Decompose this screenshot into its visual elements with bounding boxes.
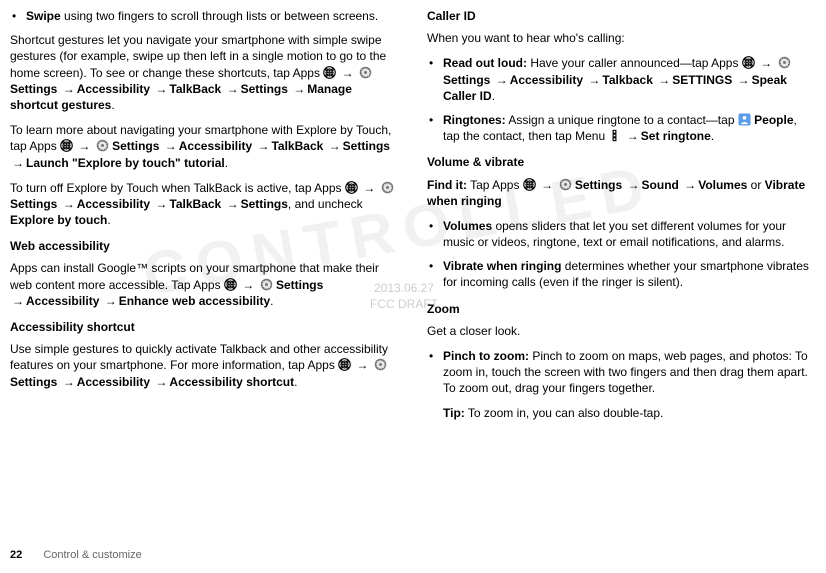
apps-icon [345,181,358,194]
left-column: • Swipe using two fingers to scroll thro… [10,8,399,430]
apps-icon [224,278,237,291]
heading-accessibility-shortcut: Accessibility shortcut [10,319,399,335]
paragraph-turn-off: To turn off Explore by Touch when TalkBa… [10,180,399,229]
page-number: 22 [10,549,22,561]
apps-icon [323,66,336,79]
paragraph-accessibility-shortcut: Use simple gestures to quickly activate … [10,341,399,390]
apps-icon [338,358,351,371]
heading-web-accessibility: Web accessibility [10,238,399,254]
bullet-dot: • [427,218,443,250]
zoom-intro: Get a closer look. [427,323,816,339]
paragraph-find-it: Find it: Tap Apps Settings Sound Volumes… [427,177,816,209]
bullet-dot: • [10,8,26,24]
gear-icon [381,181,394,194]
people-icon [738,113,751,126]
menu-icon [608,129,621,142]
paragraph-web-accessibility: Apps can install Google™ scripts on your… [10,260,399,309]
footer: 22 Control & customize [10,548,142,563]
caller-intro: When you want to hear who's calling: [427,30,816,46]
bullet-ringtones: Ringtones: Assign a unique ringtone to a… [443,112,816,144]
bullet-pinch: Pinch to zoom: Pinch to zoom on maps, we… [443,348,816,397]
gear-icon [559,178,572,191]
paragraph-learn-more: To learn more about navigating your smar… [10,122,399,171]
bullet-volumes: Volumes opens sliders that let you set d… [443,218,816,250]
bullet-read-out: Read out loud: Have your caller announce… [443,55,816,104]
heading-volume-vibrate: Volume & vibrate [427,154,816,170]
gear-icon [96,139,109,152]
tip-text: Tip: To zoom in, you can also double-tap… [427,405,816,421]
heading-caller-id: Caller ID [427,8,816,24]
bullet-dot: • [427,348,443,397]
bullet-vibrate: Vibrate when ringing determines whether … [443,258,816,290]
apps-icon [742,56,755,69]
bullet-dot: • [427,258,443,290]
bullet-dot: • [427,112,443,144]
gear-icon [374,358,387,371]
apps-icon [523,178,536,191]
gear-icon [260,278,273,291]
gear-icon [778,56,791,69]
right-column: Caller ID When you want to hear who's ca… [427,8,816,430]
bullet-dot: • [427,55,443,104]
gear-icon [359,66,372,79]
section-label: Control & customize [43,549,141,561]
bullet-swipe: Swipe using two fingers to scroll throug… [26,8,399,24]
paragraph-shortcut-gestures: Shortcut gestures let you navigate your … [10,32,399,113]
heading-zoom: Zoom [427,301,816,317]
apps-icon [60,139,73,152]
